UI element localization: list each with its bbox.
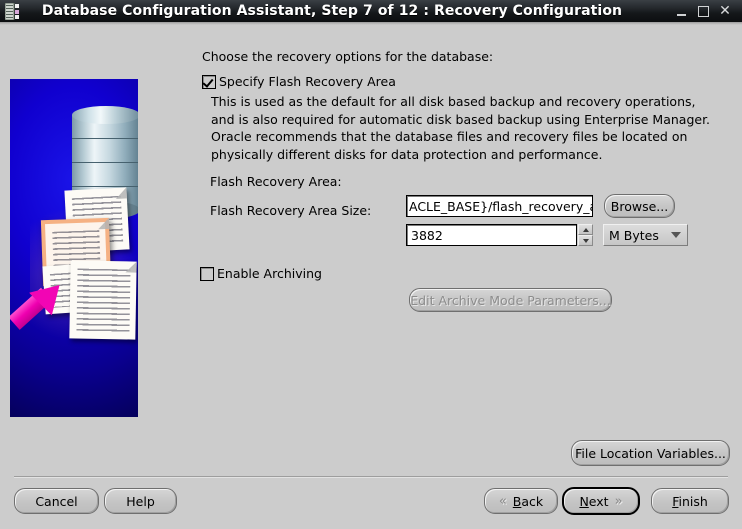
cancel-button[interactable]: Cancel xyxy=(14,488,99,514)
spinner-down-icon[interactable] xyxy=(578,235,593,246)
specify-flash-recovery-area-label: Specify Flash Recovery Area xyxy=(219,74,396,89)
flash-recovery-area-value-before-caret: ACLE_B xyxy=(409,198,456,214)
flash-recovery-area-size-stepper[interactable] xyxy=(578,224,593,246)
window-title: Database Configuration Assistant, Step 7… xyxy=(41,3,623,19)
finish-label-rest: inish xyxy=(678,493,708,509)
double-chevron-right-icon: » xyxy=(614,493,623,509)
footer-separator xyxy=(14,476,728,478)
minimize-icon[interactable] xyxy=(670,0,692,22)
flash-recovery-area-size-input[interactable]: 3882 xyxy=(406,224,577,246)
chevron-down-icon xyxy=(671,232,681,238)
back-button[interactable]: « Back xyxy=(484,488,558,514)
finish-button[interactable]: Finish xyxy=(651,488,729,514)
close-icon[interactable]: ✕ xyxy=(714,0,736,22)
flash-recovery-area-input[interactable]: ACLE_B ASE}/flash_recovery_area xyxy=(406,195,593,217)
flash-recovery-area-label: Flash Recovery Area: xyxy=(210,174,342,189)
enable-archiving-checkbox[interactable] xyxy=(200,266,214,281)
specify-flash-recovery-area-checkbox[interactable] xyxy=(202,74,216,89)
file-location-variables-button[interactable]: File Location Variables... xyxy=(571,440,730,466)
next-button[interactable]: Next » xyxy=(562,487,640,515)
dialog-window: Database Configuration Assistant, Step 7… xyxy=(0,0,742,529)
title-bar: Database Configuration Assistant, Step 7… xyxy=(0,0,742,23)
spinner-up-icon[interactable] xyxy=(578,224,593,235)
main-content: Choose the recovery options for the data… xyxy=(0,25,742,435)
description-text: This is used as the default for all disk… xyxy=(211,94,711,162)
help-button[interactable]: Help xyxy=(104,488,177,514)
size-unit-select[interactable]: M Bytes xyxy=(603,224,688,246)
back-label-rest: ack xyxy=(521,493,544,509)
maximize-icon[interactable] xyxy=(692,0,714,22)
size-unit-value: M Bytes xyxy=(609,227,659,243)
enable-archiving-label: Enable Archiving xyxy=(217,266,322,281)
database-app-icon xyxy=(4,2,20,20)
next-button-label: Next xyxy=(579,494,608,509)
intro-text: Choose the recovery options for the data… xyxy=(202,49,494,64)
browse-button[interactable]: Browse... xyxy=(604,194,675,218)
flash-recovery-area-value-after-caret: ASE}/flash_recovery_area xyxy=(455,198,592,214)
back-button-label: Back xyxy=(513,494,543,509)
next-label-rest: ext xyxy=(588,493,609,509)
finish-button-label: Finish xyxy=(672,494,708,509)
next-mnemonic: N xyxy=(579,493,589,509)
edit-archive-mode-parameters-button: Edit Archive Mode Parameters... xyxy=(409,288,612,312)
flash-recovery-area-size-label: Flash Recovery Area Size: xyxy=(210,203,372,218)
specify-flash-recovery-area-checkbox-row[interactable]: Specify Flash Recovery Area xyxy=(202,74,396,89)
double-chevron-left-icon: « xyxy=(498,493,507,509)
enable-archiving-checkbox-row[interactable]: Enable Archiving xyxy=(200,266,322,281)
